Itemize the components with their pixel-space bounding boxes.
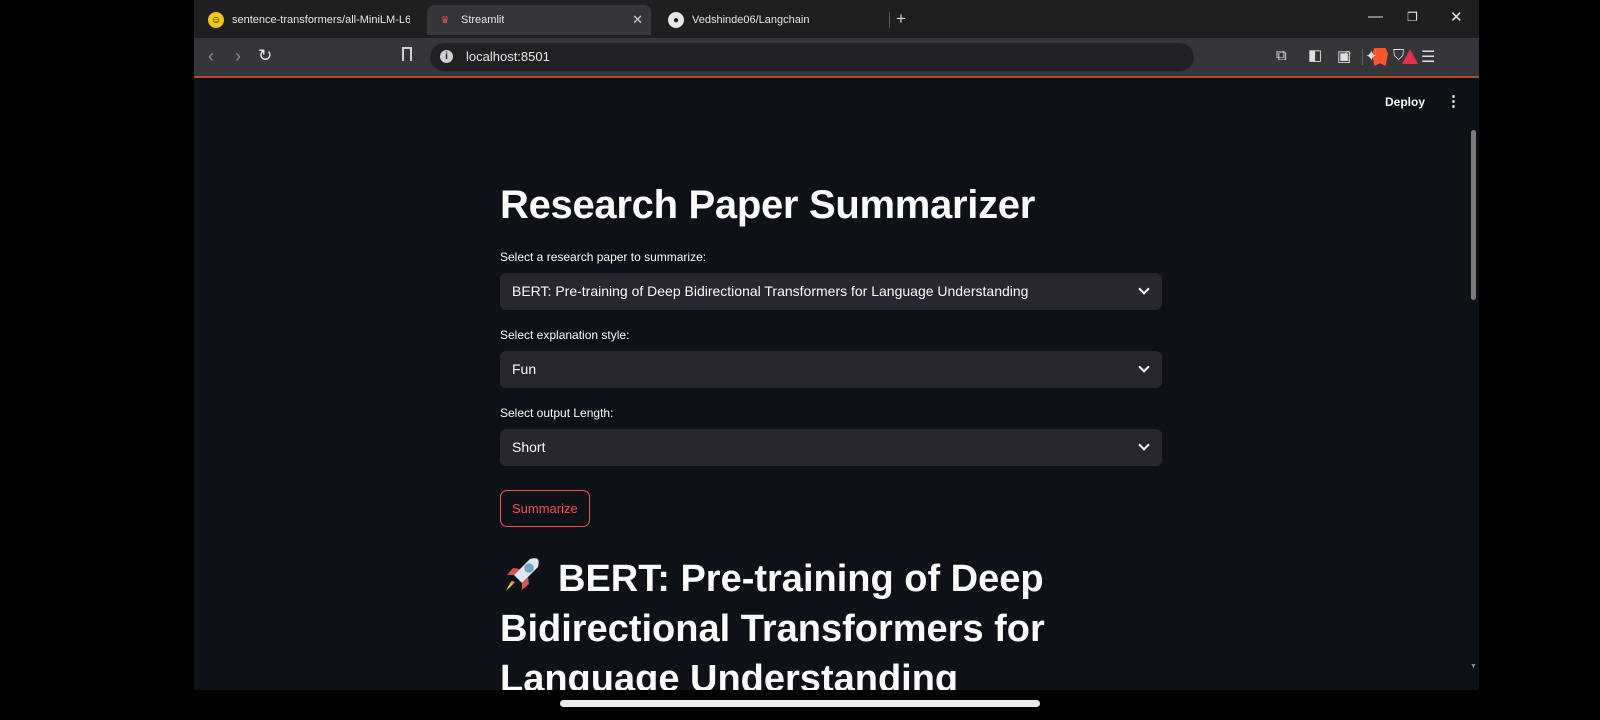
chevron-down-icon [1138, 361, 1150, 373]
summarize-button[interactable]: Summarize [500, 490, 590, 527]
rocket-icon [506, 558, 539, 591]
vpn-shield-icon[interactable]: ⛉ [1393, 47, 1404, 64]
brave-rewards-icon[interactable] [1402, 49, 1418, 64]
tab-strip: ☺ sentence-transformers/all-MiniLM-L6 ♛ … [194, 0, 1479, 38]
streamlit-icon: ♛ [440, 14, 450, 26]
browser-window: ☺ sentence-transformers/all-MiniLM-L6 ♛ … [194, 0, 1479, 690]
tab-title: Vedshinde06/Langchain [692, 14, 810, 26]
tab-search-icon[interactable]: ⧉ [1276, 47, 1287, 64]
minimize-icon[interactable]: — [1368, 8, 1383, 25]
result-heading: BERT: Pre-training of Deep Bidirectional… [500, 553, 1200, 690]
bookmark-icon[interactable] [402, 47, 412, 61]
forward-icon[interactable]: › [235, 46, 241, 67]
tab-title: sentence-transformers/all-MiniLM-L6 [232, 14, 410, 26]
length-select[interactable]: Short [500, 429, 1162, 466]
back-icon[interactable]: ‹ [208, 46, 214, 67]
paper-select-value: BERT: Pre-training of Deep Bidirectional… [512, 283, 1029, 299]
menu-icon[interactable]: ☰ [1421, 47, 1435, 67]
tab-divider [889, 12, 890, 28]
close-window-icon[interactable]: ✕ [1450, 8, 1463, 26]
new-tab-button[interactable]: + [896, 9, 906, 29]
github-icon: ● [668, 12, 684, 28]
close-tab-icon[interactable]: ✕ [632, 12, 643, 28]
style-select-label: Select explanation style: [500, 328, 630, 342]
style-select-value: Fun [512, 361, 537, 377]
page-title: Research Paper Summarizer [500, 183, 1036, 227]
tab-github[interactable]: ● Vedshinde06/Langchain [658, 5, 880, 35]
restore-icon[interactable]: ❐ [1407, 10, 1418, 24]
paper-select-label: Select a research paper to summarize: [500, 250, 707, 264]
gesture-bar [560, 700, 1040, 707]
tab-sentence-transformers[interactable]: ☺ sentence-transformers/all-MiniLM-L6 [198, 5, 420, 35]
sidebar-icon[interactable]: ◧ [1308, 46, 1322, 64]
main-menu-icon[interactable]: ⋮ [1446, 92, 1461, 110]
streamlit-page: Deploy ⋮ ▼ Research Paper Summarizer Sel… [194, 78, 1479, 690]
deploy-button[interactable]: Deploy [1385, 95, 1425, 109]
paper-select[interactable]: BERT: Pre-training of Deep Bidirectional… [500, 273, 1162, 310]
reload-icon[interactable]: ↻ [258, 46, 272, 66]
style-select[interactable]: Fun [500, 351, 1162, 388]
result-heading-text: BERT: Pre-training of Deep Bidirectional… [500, 558, 1045, 690]
url-text: localhost:8501 [466, 49, 550, 64]
scroll-down-icon[interactable]: ▼ [1470, 663, 1477, 670]
address-bar[interactable]: i localhost:8501 ⇪ [430, 43, 1418, 71]
scrollbar-thumb[interactable] [1471, 130, 1476, 300]
length-select-label: Select output Length: [500, 406, 614, 420]
omnibox-divider [1362, 49, 1363, 65]
chevron-down-icon [1138, 283, 1150, 295]
wallet-icon[interactable]: ▣ [1337, 47, 1351, 65]
tab-title: Streamlit [461, 14, 505, 26]
site-info-icon[interactable]: i [440, 50, 453, 63]
chevron-down-icon [1138, 439, 1150, 451]
tab-streamlit[interactable]: ♛ Streamlit ✕ [427, 5, 651, 35]
hugging-face-icon: ☺ [208, 12, 224, 28]
browser-toolbar: ‹ › ↻ i localhost:8501 ⇪ ⧉ ◧ ▣ ✦ ⛉ ☰ [194, 38, 1479, 78]
leo-ai-icon[interactable]: ✦ [1365, 47, 1378, 65]
length-select-value: Short [512, 439, 546, 455]
